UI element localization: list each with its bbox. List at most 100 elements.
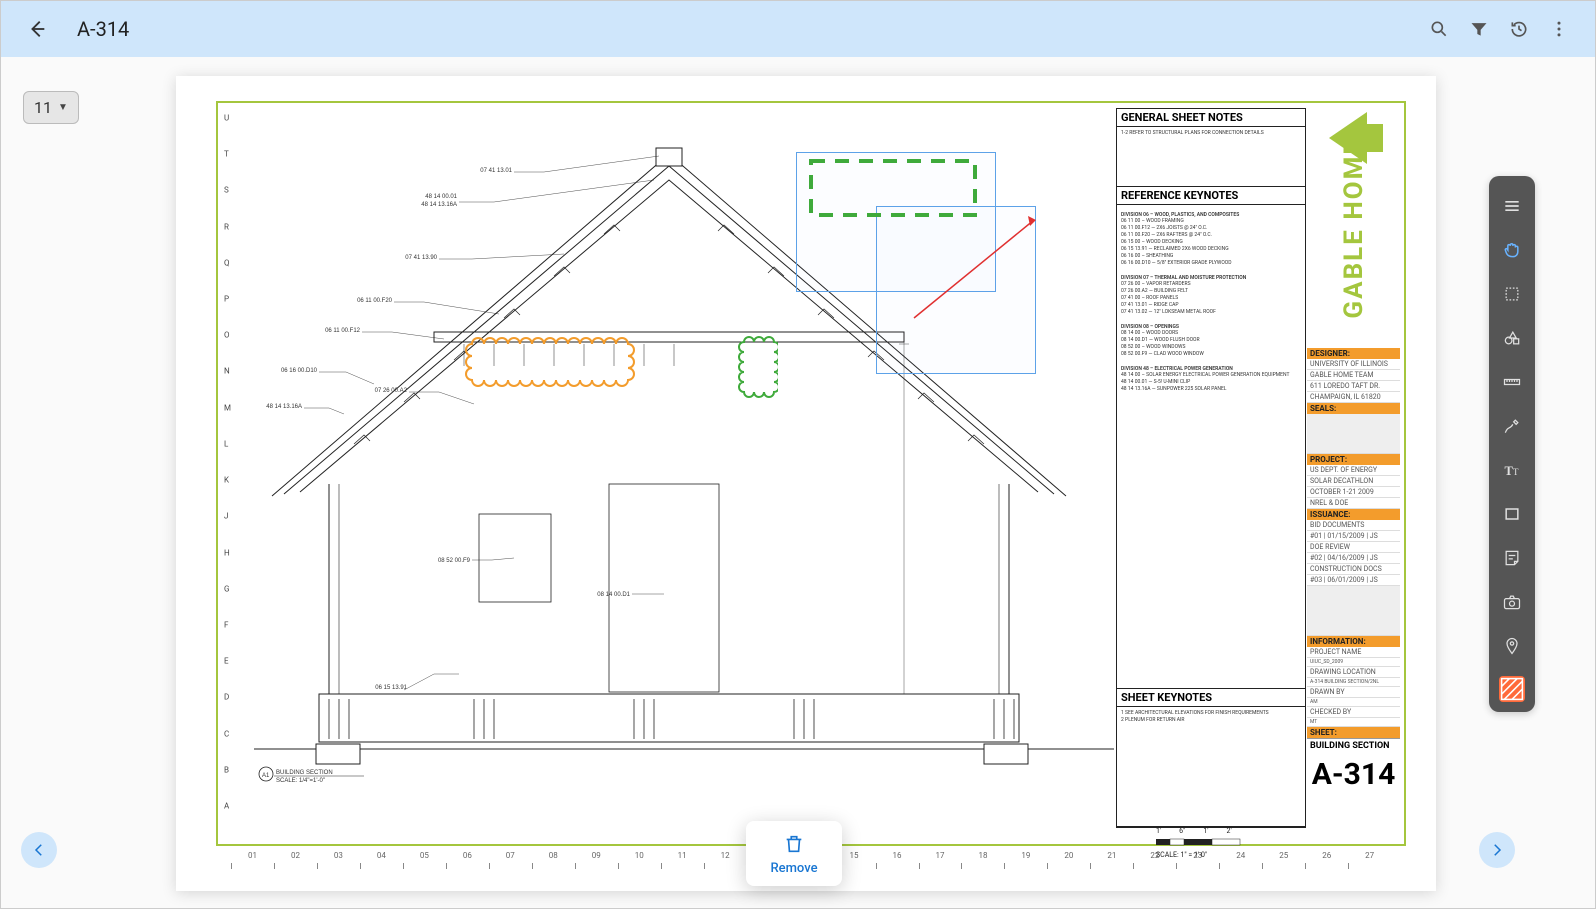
chevron-right-icon (1488, 841, 1506, 859)
ruler-tick: 21 (1090, 851, 1133, 873)
search-button[interactable] (1419, 9, 1459, 49)
ruler-tick: 10 (618, 851, 661, 873)
axis-letter: H (224, 548, 230, 557)
ruler-tick: 09 (575, 851, 618, 873)
pin-icon (1502, 636, 1522, 656)
ruler-tick: 11 (661, 851, 704, 873)
annotation-arrow-red[interactable] (908, 214, 1040, 324)
ruler-tick: 16 (876, 851, 919, 873)
drawing-sheet[interactable]: UTSRQPONMLKJHGFEDCBA 0102030405060708091… (176, 76, 1436, 891)
tool-shapes[interactable] (1492, 318, 1532, 358)
axis-letter: N (224, 367, 230, 376)
tool-text[interactable]: TT (1492, 450, 1532, 490)
tb-row: OCTOBER 1-21 2009 (1307, 487, 1400, 498)
tb-sheet-head: SHEET: (1307, 727, 1400, 738)
axis-letter: P (224, 295, 229, 304)
tb-row: GABLE HOME TEAM (1307, 370, 1400, 381)
tool-measure[interactable] (1492, 362, 1532, 402)
tb-designer-head: DESIGNER: (1307, 348, 1400, 359)
tb-row: A-314 BUILDING SECTION/2NL (1307, 678, 1400, 687)
axis-letter: M (224, 403, 231, 412)
dropdown-caret-icon: ▼ (58, 102, 68, 113)
keynote-item: 07 26 00.A2 — BUILDING FELT (1121, 288, 1301, 295)
page-selector[interactable]: 11 ▼ (23, 91, 79, 124)
annotation-cloud-green[interactable] (736, 334, 778, 409)
keynote-item: 06 11 00.F12 — 2X6 JOISTS @ 24" O.C. (1121, 225, 1301, 232)
annotation-cloud-orange[interactable] (464, 334, 639, 392)
ruler-tick: 05 (403, 851, 446, 873)
axis-letter: U (224, 114, 229, 123)
hatch-icon (1499, 676, 1525, 702)
axis-letter: Q (224, 258, 230, 267)
tool-select-area[interactable] (1492, 274, 1532, 314)
axis-letter: F (224, 620, 228, 629)
tb-row: MT (1307, 718, 1400, 727)
ruler-tick: 17 (919, 851, 962, 873)
next-page-button[interactable] (1479, 832, 1515, 868)
keynote-item: 07 41 13.01 — RIDGE CAP (1121, 302, 1301, 309)
tb-row: CHECKED BY (1307, 707, 1400, 718)
more-vert-icon (1549, 19, 1569, 39)
keynote-item: 07 41 13.02 — 12" LOKSEAM METAL ROOF (1121, 309, 1301, 316)
callout: 06 16 00.D10 (281, 368, 318, 374)
axis-letter: L (224, 439, 228, 448)
tb-row: DRAWN BY (1307, 687, 1400, 698)
tool-pan[interactable] (1492, 230, 1532, 270)
callout: 08 52 00.F9 (438, 558, 471, 564)
annotation-dashed-rect[interactable] (808, 158, 978, 218)
tb-sheet-number: A-314 (1307, 753, 1400, 792)
page-number: 11 (34, 98, 52, 117)
callout: 07 41 13.90 (405, 255, 437, 261)
axis-letter: K (224, 476, 229, 485)
selection-icon (1502, 284, 1522, 304)
callout: 08 14 00.D1 (597, 592, 630, 598)
tool-pin[interactable] (1492, 626, 1532, 666)
keynote-item: 08 52 00 – WOOD WINDOWS (1121, 344, 1301, 351)
history-button[interactable] (1499, 9, 1539, 49)
tool-freehand[interactable] (1492, 406, 1532, 446)
section-tag-label: BUILDING SECTION (276, 770, 333, 776)
ruler-tick: 26 (1305, 851, 1348, 873)
tb-row: NREL & DOE (1307, 498, 1400, 509)
ruler-tick: 03 (317, 851, 360, 873)
general-note: 1-2 REFER TO STRUCTURAL PLANS FOR CONNEC… (1121, 130, 1301, 137)
tool-menu[interactable] (1492, 186, 1532, 226)
keynote-item: 06 15 00 – WOOD DECKING (1121, 239, 1301, 246)
axis-letter: C (224, 729, 229, 738)
back-arrow-icon (26, 18, 48, 40)
tool-hatch[interactable] (1499, 676, 1525, 702)
keynote-item: 48 14 13.16A — SUNPOWER 225 SOLAR PANEL (1121, 386, 1301, 393)
ruler-tick: 01 (231, 851, 274, 873)
tool-camera[interactable] (1492, 582, 1532, 622)
tb-row: CONSTRUCTION DOCS (1307, 564, 1400, 575)
hand-icon (1502, 240, 1522, 260)
ruler-tick: 20 (1047, 851, 1090, 873)
callout: 48 14 13.16A (266, 404, 302, 410)
remove-button[interactable]: Remove (770, 861, 817, 876)
back-button[interactable] (17, 9, 57, 49)
tool-rectangle[interactable] (1492, 494, 1532, 534)
sheet-keynotes-title: SHEET KEYNOTES (1117, 689, 1305, 707)
tb-row: SOLAR DECATHLON (1307, 476, 1400, 487)
prev-page-button[interactable] (21, 832, 57, 868)
annotation-toolbar: TT (1489, 176, 1535, 712)
search-icon (1429, 19, 1449, 39)
more-button[interactable] (1539, 9, 1579, 49)
axis-letter: S (224, 186, 229, 195)
filter-icon (1469, 19, 1489, 39)
tb-row: #01 | 01/15/2009 | JS (1307, 531, 1400, 542)
filter-button[interactable] (1459, 9, 1499, 49)
page-title: A-314 (77, 17, 129, 41)
tb-row: DOE REVIEW (1307, 542, 1400, 553)
tb-row: #02 | 04/16/2009 | JS (1307, 553, 1400, 564)
tb-seals-head: SEALS: (1307, 403, 1400, 414)
tb-row: BID DOCUMENTS (1307, 520, 1400, 531)
shapes-icon (1502, 328, 1522, 348)
tb-sheet-name: BUILDING SECTION (1307, 738, 1400, 753)
title-block: GABLE HOME DESIGNER: UNIVERSITY OF ILLIN… (1307, 108, 1400, 828)
tb-row: 611 LOREDO TAFT DR. (1307, 381, 1400, 392)
ruler-tick: 18 (961, 851, 1004, 873)
keynote-item: 08 52 00.F9 — CLAD WOOD WINDOW (1121, 351, 1301, 358)
tool-note[interactable] (1492, 538, 1532, 578)
scale-label: SCALE: 1" = 1'-0" (1156, 851, 1276, 859)
